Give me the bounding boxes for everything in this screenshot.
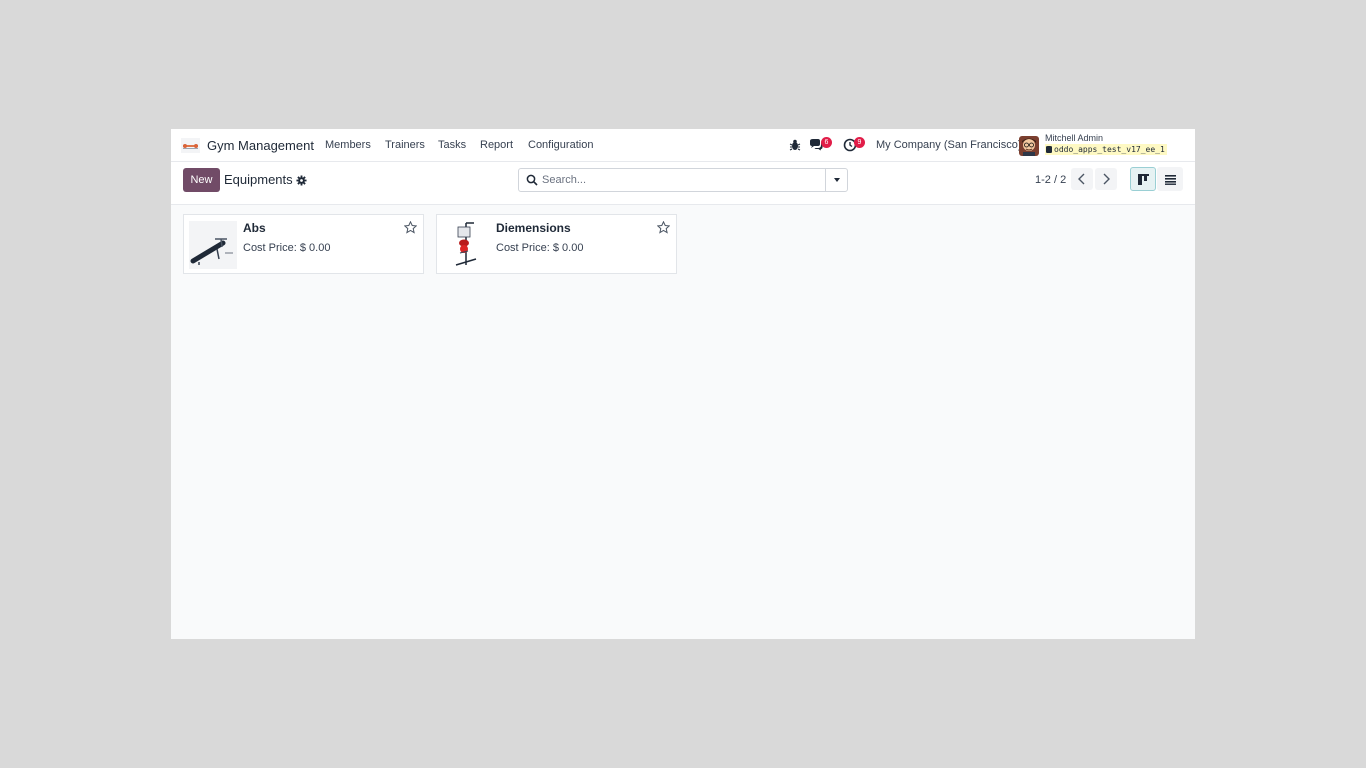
card-title: Diemensions	[496, 221, 571, 235]
chevron-left-icon	[1078, 173, 1085, 185]
top-navbar: Gym Management Members Trainers Tasks Re…	[171, 129, 1195, 162]
search-options-toggle[interactable]	[825, 169, 847, 191]
app-window: Gym Management Members Trainers Tasks Re…	[171, 129, 1195, 639]
kanban-card-abs[interactable]: Abs Cost Price: $ 0.00	[183, 214, 424, 274]
list-icon	[1165, 175, 1176, 185]
card-price: Cost Price: $ 0.00	[496, 242, 584, 254]
messages-badge: 6	[821, 137, 832, 148]
star-icon[interactable]	[404, 221, 417, 234]
card-price: Cost Price: $ 0.00	[243, 242, 331, 254]
list-view-button[interactable]	[1157, 167, 1183, 191]
menu-configuration[interactable]: Configuration	[528, 139, 593, 151]
gear-icon[interactable]	[296, 175, 307, 186]
pager-next-button[interactable]	[1095, 168, 1117, 190]
abs-bench-image	[189, 221, 237, 269]
menu-members[interactable]: Members	[325, 139, 371, 151]
search-input[interactable]	[542, 171, 822, 189]
database-name: oddo_apps_test_v17_ee_1	[1054, 145, 1165, 154]
database-label: oddo_apps_test_v17_ee_1	[1045, 144, 1167, 155]
menu-tasks[interactable]: Tasks	[438, 139, 466, 151]
chevron-right-icon	[1103, 173, 1110, 185]
new-button[interactable]: New	[183, 168, 220, 192]
company-switcher[interactable]: My Company (San Francisco)	[876, 139, 1022, 151]
kanban-card-diemensions[interactable]: Diemensions Cost Price: $ 0.00	[436, 214, 677, 274]
card-title: Abs	[243, 221, 266, 235]
control-panel: New Equipments 1-2 / 2	[171, 162, 1195, 205]
bug-icon[interactable]	[788, 138, 802, 152]
breadcrumb: Equipments	[224, 172, 293, 187]
kanban-icon	[1138, 174, 1149, 185]
user-name[interactable]: Mitchell Admin	[1045, 133, 1103, 143]
user-avatar-icon	[1019, 136, 1039, 156]
menu-report[interactable]: Report	[480, 139, 513, 151]
pager-previous-button[interactable]	[1071, 168, 1093, 190]
activity-badge: 9	[854, 137, 865, 148]
search-bar	[518, 168, 848, 192]
punching-stand-image	[442, 221, 490, 269]
menu-trainers[interactable]: Trainers	[385, 139, 425, 151]
kanban-view-button[interactable]	[1130, 167, 1156, 191]
database-icon	[1046, 146, 1052, 153]
user-avatar[interactable]	[1019, 136, 1039, 156]
app-title[interactable]: Gym Management	[207, 138, 314, 153]
caret-down-icon	[834, 178, 840, 182]
search-icon	[526, 174, 538, 186]
app-logo-icon[interactable]	[181, 138, 200, 153]
star-icon[interactable]	[657, 221, 670, 234]
pager-value[interactable]: 1-2 / 2	[1035, 174, 1066, 186]
